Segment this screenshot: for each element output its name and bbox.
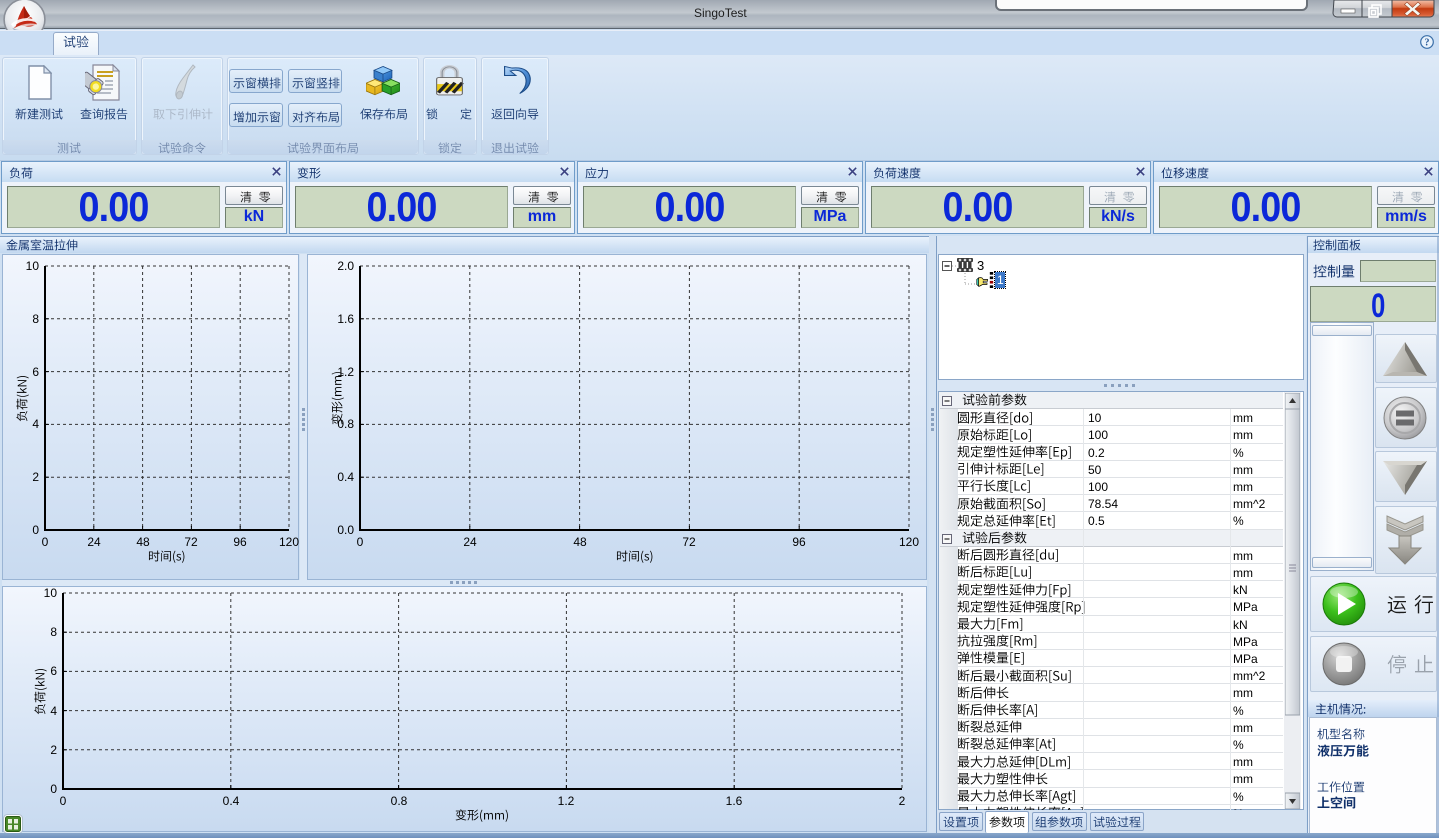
svg-text:?: ?: [1425, 38, 1430, 49]
